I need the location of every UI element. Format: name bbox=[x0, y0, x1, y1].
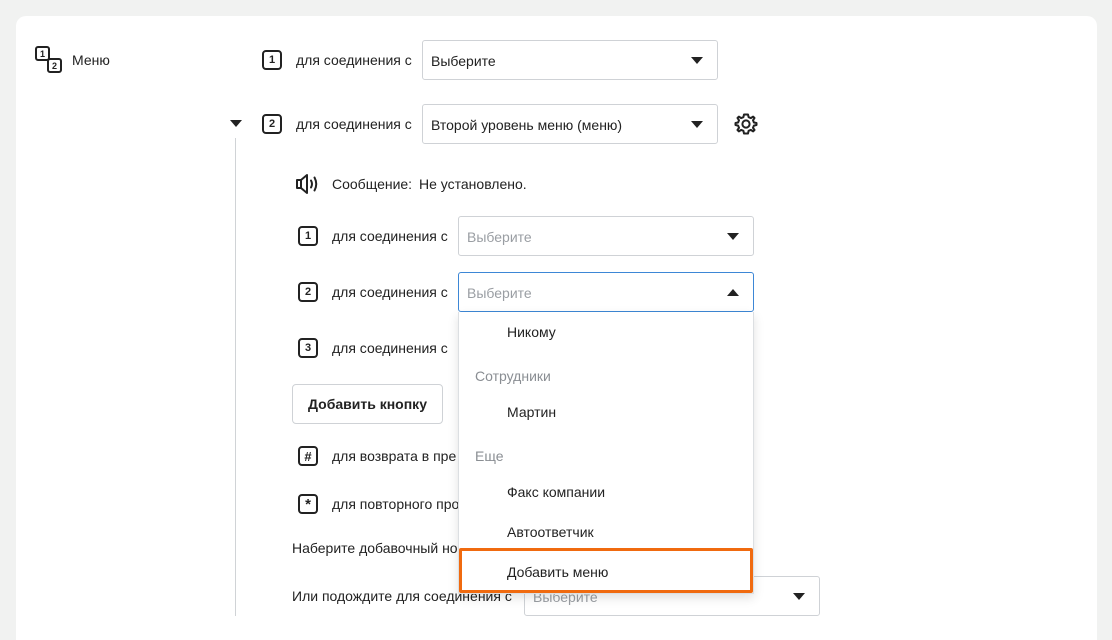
key-1-icon: 1 bbox=[298, 226, 318, 246]
menu-title: Меню bbox=[72, 52, 110, 68]
submenu-guide-line bbox=[235, 138, 236, 616]
select-placeholder: Выберите bbox=[467, 285, 532, 301]
select-value: Выберите bbox=[431, 53, 496, 69]
chevron-up-icon bbox=[727, 289, 739, 296]
connect-label: для соединения с bbox=[296, 116, 412, 132]
chevron-down-icon bbox=[691, 121, 703, 128]
message-label: Сообщение: bbox=[332, 176, 413, 192]
select-placeholder: Выберите bbox=[467, 229, 532, 245]
sub-select-1[interactable]: Выберите bbox=[458, 216, 754, 256]
top-select-2[interactable]: Второй уровень меню (меню) bbox=[422, 104, 718, 144]
dropdown-group-more: Еще bbox=[475, 448, 504, 464]
dropdown-group-employees: Сотрудники bbox=[475, 368, 551, 384]
connect-label: для соединения с bbox=[332, 340, 448, 356]
chevron-down-icon bbox=[691, 57, 703, 64]
connect-label: для соединения с bbox=[332, 228, 448, 244]
connect-label: для соединения с bbox=[296, 52, 412, 68]
key-2-icon: 2 bbox=[298, 282, 318, 302]
return-label: для возврата в пре bbox=[332, 448, 457, 464]
gear-icon[interactable] bbox=[734, 112, 758, 136]
dial-extension-label: Наберите добавочный но bbox=[292, 540, 458, 556]
sub-select-2[interactable]: Выберите bbox=[458, 272, 754, 312]
hash-key-icon: # bbox=[298, 446, 318, 466]
svg-text:2: 2 bbox=[52, 61, 57, 71]
key-3-icon: 3 bbox=[298, 338, 318, 358]
dropdown-item-answering-machine[interactable]: Автоответчик bbox=[507, 525, 594, 539]
message-value: Не установлено. bbox=[419, 176, 527, 192]
speaker-icon bbox=[295, 173, 321, 195]
dropdown-item-company-fax[interactable]: Факс компании bbox=[507, 485, 605, 499]
top-select-1[interactable]: Выберите bbox=[422, 40, 718, 80]
collapse-toggle[interactable] bbox=[230, 120, 242, 127]
dropdown-item-nobody[interactable]: Никому bbox=[507, 325, 556, 339]
chevron-down-icon bbox=[793, 593, 805, 600]
star-key-icon: * bbox=[298, 494, 318, 514]
add-button[interactable]: Добавить кнопку bbox=[292, 384, 443, 424]
select-value: Второй уровень меню (меню) bbox=[431, 117, 623, 133]
key-1-icon: 1 bbox=[262, 50, 282, 70]
repeat-label: для повторного про bbox=[332, 496, 460, 512]
connect-label: для соединения с bbox=[332, 284, 448, 300]
dropdown-item-martin[interactable]: Мартин bbox=[507, 405, 556, 419]
highlight-frame bbox=[459, 548, 753, 593]
svg-text:1: 1 bbox=[40, 49, 45, 59]
chevron-down-icon bbox=[727, 233, 739, 240]
key-2-icon: 2 bbox=[262, 114, 282, 134]
numbered-menu-icon: 1 2 bbox=[35, 46, 63, 74]
